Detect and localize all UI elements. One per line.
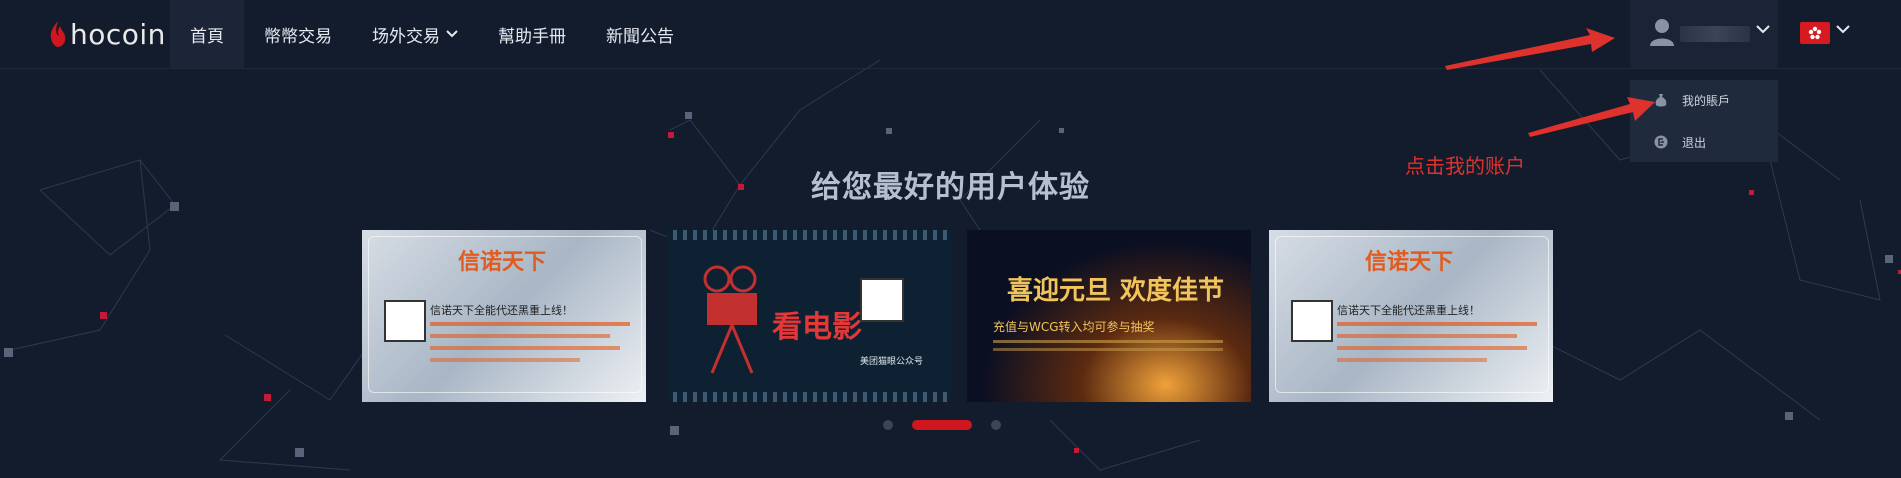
main-nav: 首頁 幣幣交易 场外交易 幫助手冊 新聞公告 — [170, 0, 694, 68]
carousel-pagination — [0, 420, 1901, 432]
nav-news-label: 新聞公告 — [606, 26, 674, 47]
carousel-dot[interactable] — [883, 420, 893, 430]
hocoin-logo[interactable]: hocoin — [48, 16, 166, 52]
logo-text: hocoin — [70, 17, 166, 51]
hero-headline: 给您最好的用户体验 — [811, 170, 1090, 205]
menu-item-my-account[interactable]: 我的賬戶 — [1630, 82, 1778, 118]
banner-title: 看电影 — [772, 310, 862, 345]
user-dropdown-menu: 我的賬戶 退出 — [1630, 80, 1778, 162]
qr-code-icon — [384, 300, 426, 342]
logout-icon — [1654, 135, 1668, 149]
banner-new-year[interactable]: 喜迎元旦 欢度佳节 充值与WCG转入均可参与抽奖 — [967, 230, 1251, 402]
nav-otc-trading[interactable]: 场外交易 — [352, 0, 478, 68]
banner-title: 信诺天下 — [1365, 250, 1454, 275]
nav-help-manual-label: 幫助手冊 — [498, 26, 566, 47]
banner-movie[interactable]: 看电影 美团猫眼公众号 — [667, 230, 951, 402]
nav-otc-trading-label: 场外交易 — [372, 26, 440, 47]
nav-news[interactable]: 新聞公告 — [586, 0, 694, 68]
money-bag-icon — [1655, 94, 1667, 107]
language-selector[interactable] — [1800, 22, 1830, 44]
chevron-down-icon — [1756, 25, 1770, 34]
nav-home-label: 首頁 — [190, 26, 224, 47]
banner-subtitle: 信诺天下全能代还黑重上线！ — [430, 304, 573, 317]
carousel-dot[interactable] — [991, 420, 1001, 430]
banner-subtitle: 信诺天下全能代还黑重上线！ — [1337, 304, 1480, 317]
nav-coin-trading-label: 幣幣交易 — [264, 26, 332, 47]
user-icon — [1650, 19, 1674, 46]
user-menu-trigger[interactable] — [1630, 0, 1778, 68]
top-navbar: hocoin 首頁 幣幣交易 场外交易 幫助手冊 新聞公告 — [0, 0, 1901, 69]
banner-subtitle: 美团猫眼公众号 — [860, 357, 924, 367]
banner-subtitle: 充值与WCG转入均可参与抽奖 — [993, 320, 1155, 334]
qr-code-icon — [1291, 300, 1333, 342]
nav-home[interactable]: 首頁 — [170, 0, 244, 68]
banner-title: 喜迎元旦 欢度佳节 — [1007, 276, 1225, 306]
username-redacted — [1680, 26, 1750, 42]
chevron-down-icon[interactable] — [1836, 24, 1850, 34]
qr-code-icon — [860, 278, 904, 322]
flame-icon — [50, 21, 66, 47]
chevron-down-icon — [446, 30, 458, 38]
nav-coin-trading[interactable]: 幣幣交易 — [244, 0, 352, 68]
carousel-dot-active[interactable] — [912, 420, 972, 430]
menu-item-my-account-label: 我的賬戶 — [1682, 93, 1731, 108]
nav-help-manual[interactable]: 幫助手冊 — [478, 0, 586, 68]
banner-title: 信诺天下 — [458, 250, 547, 275]
menu-item-logout-label: 退出 — [1682, 135, 1707, 150]
hong-kong-flag-icon — [1808, 26, 1822, 40]
banner-xinnuo-1[interactable]: 信诺天下 信诺天下全能代还黑重上线！ — [362, 230, 646, 402]
film-camera-icon — [703, 265, 757, 374]
menu-item-logout[interactable]: 退出 — [1630, 124, 1778, 160]
banner-xinnuo-2[interactable]: 信诺天下 信诺天下全能代还黑重上线！ — [1269, 230, 1553, 402]
